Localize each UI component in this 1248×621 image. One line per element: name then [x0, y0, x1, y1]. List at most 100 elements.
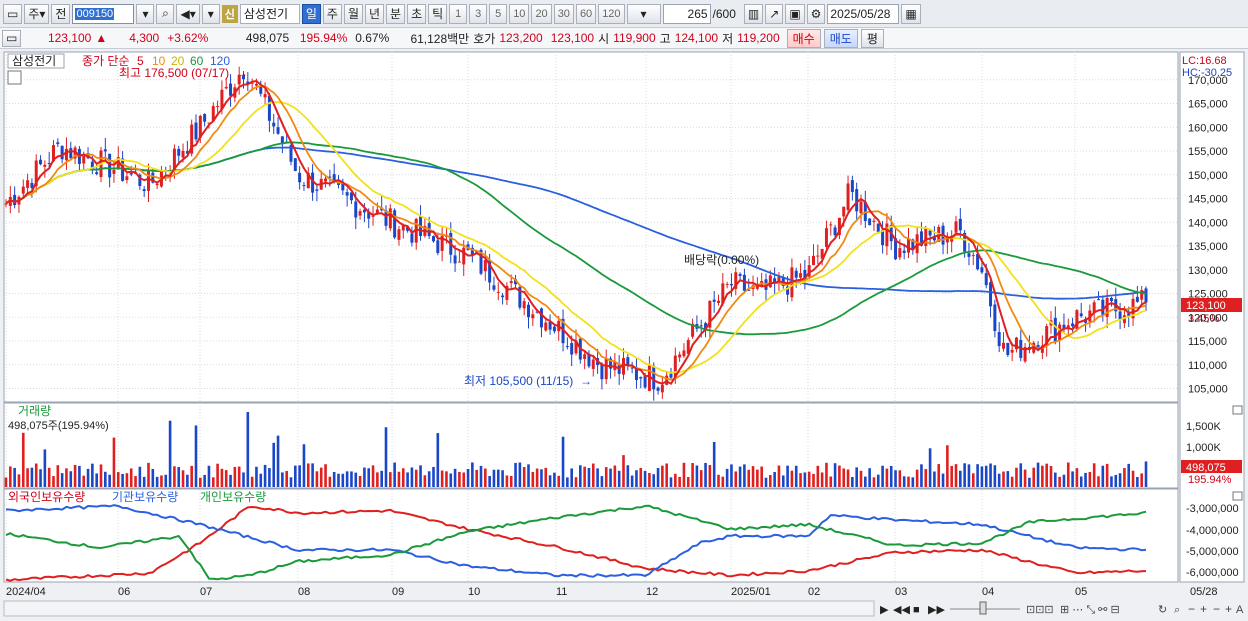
price-y-tick: 170,000: [1188, 75, 1228, 87]
history-dropdown-icon[interactable]: ▾: [201, 3, 220, 24]
volume-bar: [622, 455, 625, 487]
chart-tools-icon[interactable]: ▥: [743, 3, 764, 24]
tab-period-tick[interactable]: 틱: [428, 3, 448, 24]
price-panel[interactable]: [3, 51, 1179, 403]
zoom-slider-handle[interactable]: [979, 601, 987, 615]
volume-bar: [229, 474, 232, 487]
draw-icon[interactable]: ↗: [765, 3, 784, 24]
fast-forward-icon[interactable]: ▶▶: [928, 604, 945, 616]
legend-individual: 개인보유수량: [200, 490, 266, 504]
gear-icon[interactable]: ⚙: [806, 3, 826, 24]
volume-bar: [302, 444, 306, 487]
zoom-reset-icon[interactable]: −: [1213, 602, 1220, 616]
candle-body: [457, 261, 461, 263]
candle-body: [682, 350, 686, 357]
search-icon[interactable]: ⌕: [156, 3, 175, 24]
price-y-tick: 110,000: [1188, 360, 1227, 372]
volume-panel-close-icon[interactable]: [1232, 405, 1243, 415]
tab-period-year[interactable]: 년: [365, 3, 385, 24]
sell-button[interactable]: 매도: [823, 28, 858, 48]
volume-bar: [1118, 473, 1122, 487]
save-icon[interactable]: ▣: [785, 3, 805, 24]
minute-step-120[interactable]: 120: [598, 3, 625, 24]
volume-bar: [95, 473, 98, 487]
evaluation-button[interactable]: 평: [860, 28, 884, 48]
table-icon[interactable]: [7, 70, 22, 85]
minute-step-3[interactable]: 3: [469, 3, 488, 24]
font-size-icon[interactable]: A: [1236, 604, 1244, 616]
volume-bar: [1036, 462, 1040, 487]
volume-bar: [449, 473, 453, 487]
price-y-tick: 145,000: [1188, 194, 1228, 206]
zoom-search-icon[interactable]: ⌕: [1174, 604, 1180, 616]
volume-bar: [220, 468, 224, 487]
volume-bar: [328, 476, 332, 487]
volume-bar: [855, 467, 858, 487]
volume-bar: [682, 462, 686, 487]
minute-step-60[interactable]: 60: [575, 3, 597, 24]
custom-period-dropdown[interactable]: ▾: [626, 3, 661, 24]
candle-body: [652, 365, 656, 390]
minute-step-5[interactable]: 5: [489, 3, 508, 24]
volume-bar: [648, 472, 651, 487]
tab-period-minute[interactable]: 분: [386, 3, 406, 24]
stock-chart[interactable]: 삼성전기 종가 단순 5 10 20 60 120 최고 176,500 (07…: [0, 50, 1248, 621]
candle-body: [315, 189, 319, 191]
volume-bar: [579, 465, 582, 487]
tab-period-second[interactable]: 초: [407, 3, 427, 24]
low-label: 저: [722, 31, 734, 46]
trade-amount: 61,128백만: [410, 31, 470, 46]
volume-bar: [151, 468, 155, 487]
prefix-button[interactable]: 전: [51, 3, 71, 24]
scroll-next-icon[interactable]: ▶: [880, 604, 889, 616]
calendar-icon[interactable]: ▦: [901, 3, 921, 24]
stock-name-field[interactable]: 삼성전기: [239, 3, 300, 24]
candle-body: [436, 240, 440, 253]
candle-body: [324, 178, 328, 182]
scroll-prev-icon[interactable]: ◀◀: [893, 604, 910, 616]
candle-body: [177, 148, 181, 156]
window-icon[interactable]: ▭: [3, 3, 23, 24]
volume-bar: [635, 470, 638, 487]
layout-icons[interactable]: ⊞ ⋯ ⤡ ⚯ ⊟: [1060, 604, 1120, 616]
volume-bar: [371, 465, 375, 487]
date-input[interactable]: 2025/05/28: [827, 3, 900, 24]
volume-panel[interactable]: [3, 402, 1179, 489]
minute-step-20[interactable]: 20: [531, 3, 552, 24]
volume-bar: [915, 469, 919, 487]
holding-panel-close-icon[interactable]: [1232, 491, 1243, 501]
volume-bar: [1071, 471, 1074, 487]
tab-period-month[interactable]: 월: [343, 3, 363, 24]
buy-button[interactable]: 매수: [786, 28, 821, 48]
candle-body: [112, 169, 116, 174]
period-value: 주: [28, 7, 40, 21]
volume-bar: [1127, 463, 1131, 487]
speaker-icon[interactable]: ◀▾: [176, 3, 200, 24]
stock-code-input[interactable]: 009150: [72, 3, 135, 24]
minute-step-30[interactable]: 30: [553, 3, 574, 24]
volume-bar: [712, 441, 716, 487]
period-select[interactable]: 주 ▾: [24, 3, 50, 24]
tab-period-week[interactable]: 주: [322, 3, 342, 24]
dropdown-icon[interactable]: ▾: [136, 3, 155, 24]
minimize-icon[interactable]: ▭: [2, 29, 22, 47]
stop-icon[interactable]: ■: [913, 604, 920, 616]
count-input[interactable]: 265: [662, 3, 711, 24]
volume-bar: [639, 467, 643, 487]
candle-body: [43, 164, 47, 167]
volume-bar: [164, 474, 168, 487]
volume-bar: [984, 465, 988, 487]
tab-period-day[interactable]: 일: [301, 3, 321, 24]
volume-bar: [501, 470, 504, 487]
zoom-out-icon[interactable]: −: [1188, 602, 1195, 616]
minute-step-1[interactable]: 1: [449, 3, 468, 24]
horizontal-scrollbar[interactable]: [3, 600, 875, 617]
volume-bar: [367, 468, 371, 487]
minute-step-10[interactable]: 10: [509, 3, 530, 24]
volume-bar: [1092, 463, 1096, 487]
panel-layout-icon[interactable]: ⊡⊡⊡: [1026, 604, 1054, 616]
zoom-in-icon[interactable]: +: [1200, 602, 1207, 616]
volume-bar: [1101, 465, 1105, 487]
refresh-icon[interactable]: ↻: [1158, 604, 1167, 616]
add-indicator-icon[interactable]: +: [1225, 602, 1232, 616]
